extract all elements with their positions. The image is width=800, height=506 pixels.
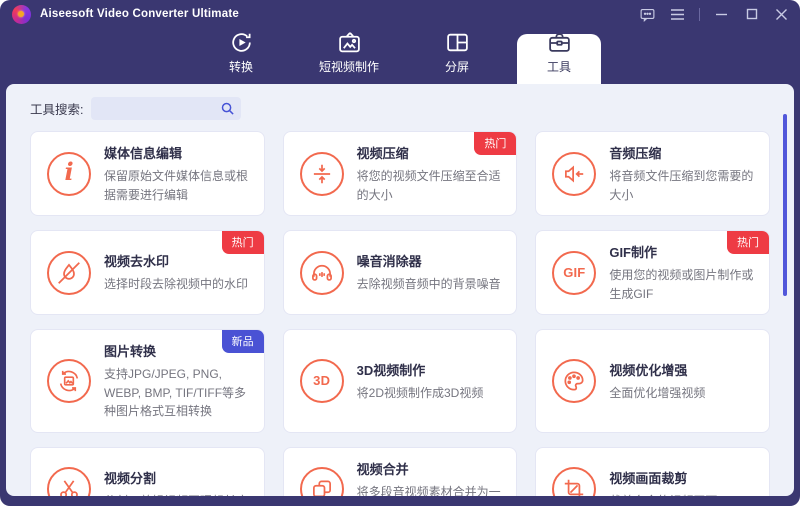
feedback-icon[interactable] bbox=[639, 6, 656, 23]
tab-label: 工具 bbox=[546, 60, 571, 74]
tool-title: 视频合并 bbox=[356, 461, 409, 477]
search-label: 工具搜索: bbox=[30, 103, 84, 117]
close-button[interactable] bbox=[773, 6, 790, 23]
tool-card-watermark-remover[interactable]: 热门 视频去水印 选择时段去除视频中的水印 bbox=[30, 230, 265, 315]
tool-title: 媒体信息编辑 bbox=[104, 146, 183, 161]
noise-remover-icon bbox=[299, 250, 344, 295]
app-window: Aiseesoft Video Converter Ultimate 转换 短视… bbox=[0, 0, 800, 506]
tool-title: 视频分割 bbox=[104, 470, 157, 486]
tool-card-video-merger[interactable]: 视频合并 将多段音视频素材合并为一个视频 bbox=[282, 446, 518, 497]
tool-desc: 分割、剪辑视频至理想长度 bbox=[104, 492, 248, 496]
minimize-button[interactable] bbox=[713, 6, 730, 23]
watermark-remover-icon bbox=[47, 250, 91, 295]
tool-title: 3D视频制作 bbox=[356, 362, 426, 378]
titlebar-divider bbox=[699, 7, 700, 21]
tool-desc: 保留原始文件媒体信息或根据需要进行编辑 bbox=[104, 169, 249, 202]
tool-title: 音频压缩 bbox=[609, 146, 662, 161]
tool-desc: 裁剪多余的视频画面 bbox=[609, 492, 717, 496]
tab-toolbox[interactable]: 工具 bbox=[517, 32, 601, 84]
audio-compress-icon bbox=[552, 151, 597, 196]
tool-title: 视频优化增强 bbox=[609, 362, 688, 378]
video-splitter-icon bbox=[47, 467, 91, 496]
titlebar: Aiseesoft Video Converter Ultimate bbox=[0, 0, 800, 28]
tool-title: 视频画面裁剪 bbox=[609, 470, 688, 486]
menu-icon[interactable] bbox=[669, 6, 686, 23]
tool-card-image-converter[interactable]: 新品 图片转换 支持JPG/JPEG, PNG, WEBP, BMP, TIF/… bbox=[30, 329, 265, 433]
tab-label: 转换 bbox=[228, 60, 253, 74]
3d-maker-icon: 3D bbox=[299, 358, 344, 403]
tool-card-video-splitter[interactable]: 视频分割 分割、剪辑视频至理想长度 bbox=[30, 446, 265, 496]
hot-badge: 热门 bbox=[474, 132, 517, 155]
tool-card-noise-remover[interactable]: 噪音消除器 去除视频音频中的背景噪音 bbox=[282, 230, 518, 315]
app-logo-icon bbox=[12, 4, 31, 24]
hot-badge: 热门 bbox=[727, 231, 769, 254]
tool-desc: 将音频文件压缩到您需要的大小 bbox=[609, 169, 754, 202]
video-merger-icon bbox=[299, 467, 344, 496]
gif-maker-icon: GIF bbox=[552, 250, 597, 295]
toolbox-icon bbox=[546, 30, 572, 54]
main-tabbar: 转换 短视频制作 分屏 工具 bbox=[0, 28, 800, 84]
tab-label: 分屏 bbox=[444, 60, 469, 74]
tool-title: 噪音消除器 bbox=[356, 254, 422, 270]
video-compress-icon bbox=[299, 151, 344, 196]
tool-search-input[interactable] bbox=[91, 97, 242, 120]
image-converter-icon bbox=[47, 358, 91, 403]
tool-card-media-info-editor[interactable]: i 媒体信息编辑 保留原始文件媒体信息或根据需要进行编辑 bbox=[30, 131, 265, 216]
tool-card-video-compressor[interactable]: 热门 视频压缩 将您的视频文件压缩至合适的大小 bbox=[282, 131, 518, 216]
media-info-icon: i bbox=[47, 151, 91, 196]
new-badge: 新品 bbox=[221, 330, 264, 353]
window-title: Aiseesoft Video Converter Ultimate bbox=[40, 8, 239, 20]
search-icon[interactable] bbox=[220, 101, 235, 116]
tool-desc: 将您的视频文件压缩至合适的大小 bbox=[356, 169, 501, 202]
tool-desc: 去除视频音频中的背景噪音 bbox=[356, 277, 501, 292]
tab-short-video-maker[interactable]: 短视频制作 bbox=[301, 28, 397, 84]
tool-card-gif-maker[interactable]: 热门 GIF GIF制作 使用您的视频或图片制作或生成GIF bbox=[535, 230, 770, 315]
tool-card-3d-maker[interactable]: 3D 3D视频制作 将2D视频制作成3D视频 bbox=[282, 329, 518, 433]
video-cropper-icon bbox=[552, 467, 597, 496]
tools-grid: i 媒体信息编辑 保留原始文件媒体信息或根据需要进行编辑 热门 视频压缩 将您的… bbox=[30, 131, 770, 496]
tab-split-screen[interactable]: 分屏 bbox=[415, 28, 499, 84]
tool-desc: 将多段音视频素材合并为一个视频 bbox=[356, 484, 501, 497]
split-screen-icon bbox=[444, 30, 470, 54]
tool-desc: 支持JPG/JPEG, PNG, WEBP, BMP, TIF/TIFF等多种图… bbox=[104, 367, 247, 418]
tools-panel: 工具搜索: i 媒体信息编辑 保留原始文件媒体信息或根据需要进行编辑 热门 视频… bbox=[6, 84, 794, 496]
tool-card-video-cropper[interactable]: 视频画面裁剪 裁剪多余的视频画面 bbox=[535, 446, 770, 496]
tab-label: 短视频制作 bbox=[318, 60, 379, 74]
tab-convert[interactable]: 转换 bbox=[199, 28, 283, 84]
tool-desc: 将2D视频制作成3D视频 bbox=[356, 385, 484, 400]
mv-maker-icon bbox=[336, 30, 362, 54]
maximize-button[interactable] bbox=[743, 6, 760, 23]
search-box bbox=[91, 97, 242, 120]
convert-icon bbox=[228, 30, 254, 54]
tool-desc: 选择时段去除视频中的水印 bbox=[104, 277, 249, 292]
tool-desc: 全面优化增强视频 bbox=[609, 385, 706, 400]
video-enhancer-icon bbox=[552, 358, 597, 403]
vertical-scrollbar[interactable] bbox=[783, 114, 787, 296]
tool-desc: 使用您的视频或图片制作或生成GIF bbox=[609, 268, 754, 301]
tool-card-audio-compressor[interactable]: 音频压缩 将音频文件压缩到您需要的大小 bbox=[535, 131, 770, 216]
tool-title: 视频去水印 bbox=[104, 254, 170, 270]
tool-card-video-enhancer[interactable]: 视频优化增强 全面优化增强视频 bbox=[535, 329, 770, 433]
hot-badge: 热门 bbox=[221, 231, 264, 254]
